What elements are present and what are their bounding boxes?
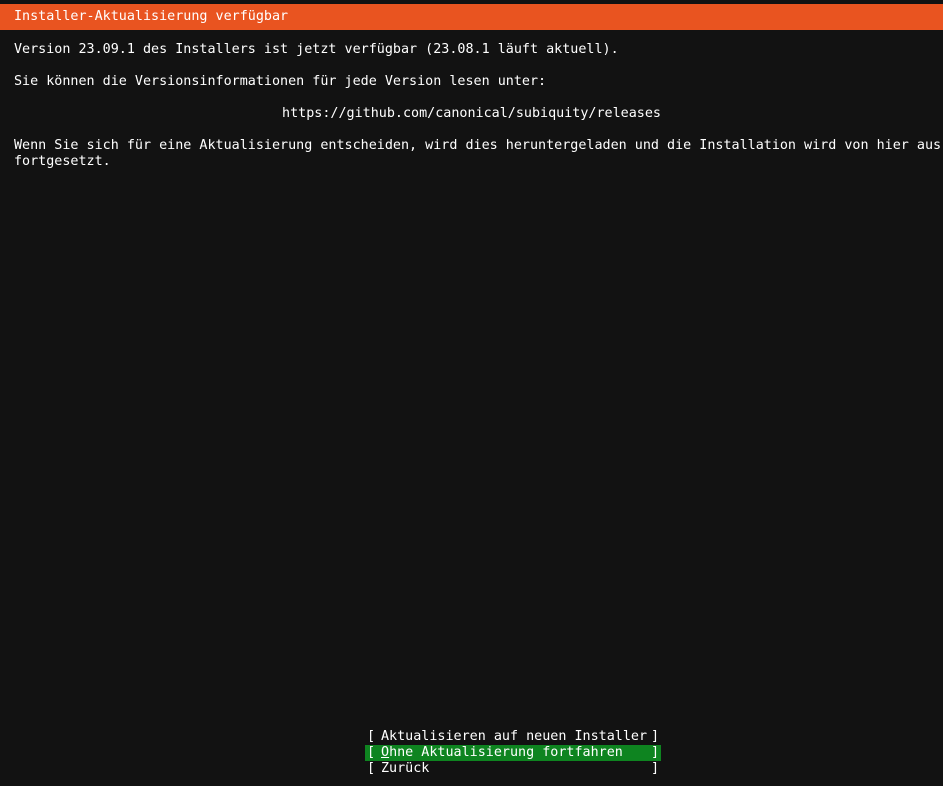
continue-label-rest: hne Aktualisierung fortfahren — [389, 745, 623, 760]
update-description-line-2: fortgesetzt. — [14, 154, 111, 169]
bracket-open: [ — [367, 729, 376, 744]
update-description-line-1: Wenn Sie sich für eine Aktualisierung en… — [14, 138, 942, 153]
bracket-close: ] — [650, 745, 659, 760]
continue-without-update-label: Ohne Aktualisierung fortfahren — [381, 745, 623, 761]
version-text: Version 23.09.1 des Installers ist jetzt… — [14, 42, 619, 57]
release-info-text: Sie können die Versionsinformationen für… — [14, 74, 547, 89]
continue-without-update-button[interactable]: [ Ohne Aktualisierung fortfahren ] — [365, 745, 661, 761]
cursor-char: O — [381, 745, 390, 760]
page-title: Installer-Aktualisierung verfügbar — [14, 9, 289, 24]
update-installer-button[interactable]: [ Aktualisieren auf neuen Installer ] — [365, 729, 661, 745]
update-installer-label: Aktualisieren auf neuen Installer — [381, 729, 648, 744]
releases-url: https://github.com/canonical/subiquity/r… — [282, 106, 661, 121]
title-bar: Installer-Aktualisierung verfügbar — [0, 4, 943, 30]
bracket-close: ] — [650, 729, 659, 744]
back-button[interactable]: [ Zurück ] — [365, 761, 661, 777]
back-label: Zurück — [381, 761, 430, 776]
bracket-close: ] — [650, 761, 659, 776]
button-group: [ Aktualisieren auf neuen Installer ] [ … — [365, 729, 661, 777]
bracket-open: [ — [367, 761, 376, 776]
bracket-open: [ — [367, 745, 376, 760]
